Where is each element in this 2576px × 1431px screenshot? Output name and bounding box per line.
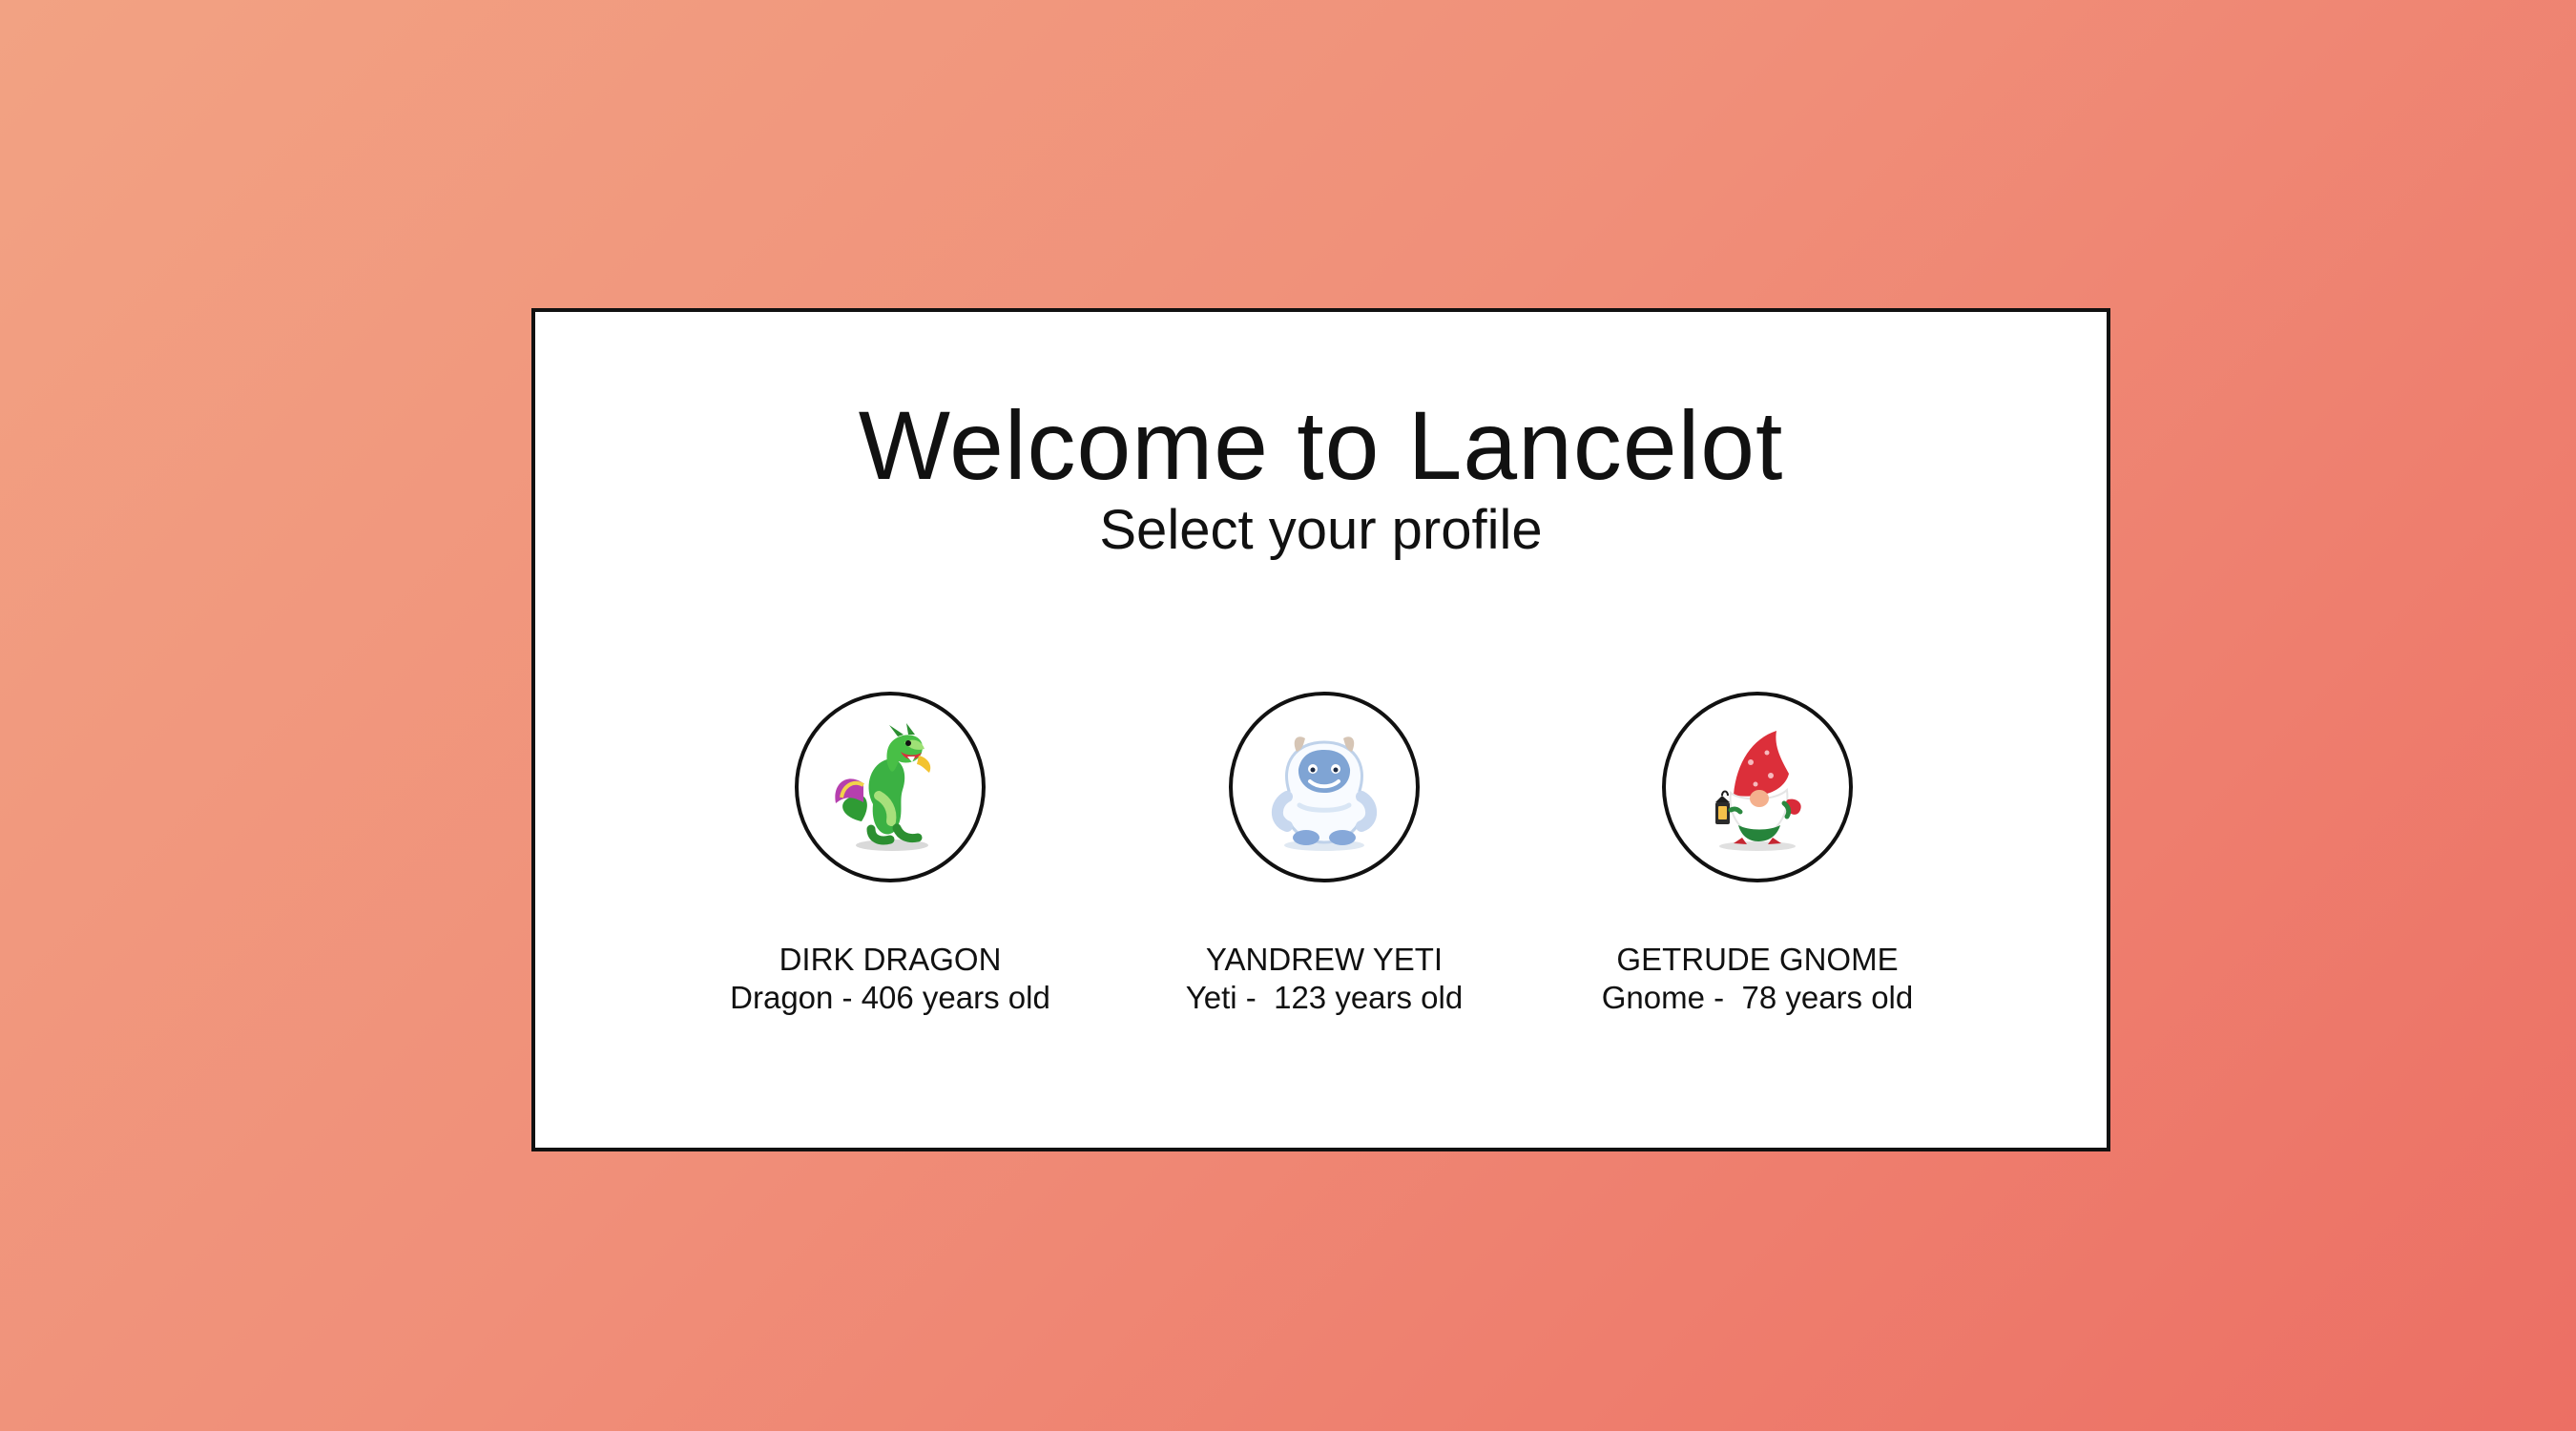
profile-name-yandrew-yeti: YANDREW YETI	[1205, 942, 1444, 977]
profile-description-yandrew-yeti: Yeti - 123 years old	[1185, 980, 1464, 1015]
page-title: Welcome to Lancelot	[858, 391, 1784, 500]
avatar-dirk-dragon[interactable]	[795, 692, 986, 882]
yeti-icon	[1271, 736, 1378, 851]
profile-card-yandrew-yeti[interactable]: YANDREW YETI Yeti - 123 years old	[1124, 692, 1525, 1017]
profile-card-getrude-gnome[interactable]: GETRUDE GNOME Gnome - 78 years old	[1557, 692, 1958, 1017]
dragon-icon	[835, 723, 931, 851]
profile-description-dirk-dragon: Dragon - 406 years old	[730, 980, 1050, 1015]
profile-description-getrude-gnome: Gnome - 78 years old	[1601, 980, 1914, 1015]
profile-selection-card: Welcome to Lancelot Select your profile	[531, 308, 2110, 1151]
page-subtitle: Select your profile	[1099, 499, 1543, 561]
gnome-icon	[1715, 731, 1801, 851]
avatar-yandrew-yeti[interactable]	[1229, 692, 1420, 882]
profile-name-dirk-dragon: DIRK DRAGON	[779, 942, 1002, 977]
profile-card-dirk-dragon[interactable]: DIRK DRAGON Dragon - 406 years old	[690, 692, 1091, 1017]
profile-name-getrude-gnome: GETRUDE GNOME	[1616, 942, 1899, 977]
avatar-getrude-gnome[interactable]	[1662, 692, 1853, 882]
